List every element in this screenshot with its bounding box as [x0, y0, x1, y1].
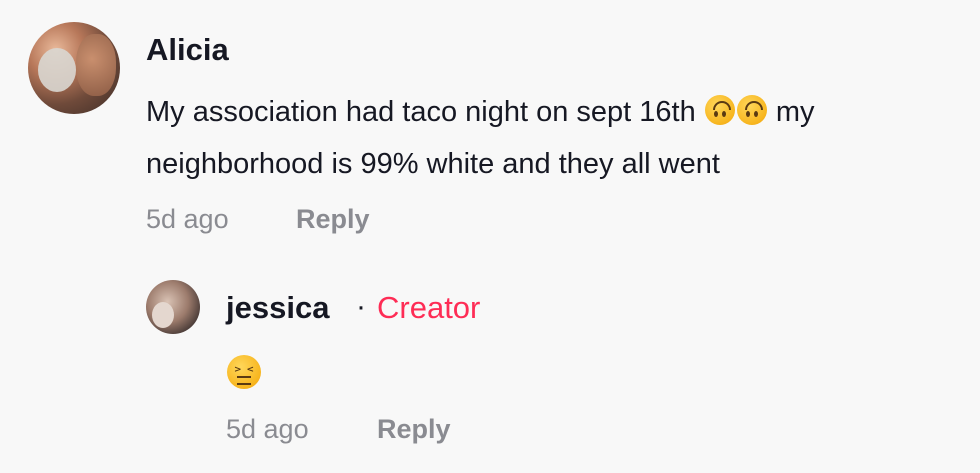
confounded-face-emoji-icon: > <: [227, 355, 261, 389]
upside-down-face-emoji-icon: [704, 95, 735, 125]
reply-username[interactable]: jessica: [226, 290, 329, 326]
reply-timestamp: 5d ago: [226, 414, 309, 444]
reply-avatar[interactable]: [146, 280, 200, 334]
reply-reply-button[interactable]: Reply: [377, 414, 451, 445]
comment-timestamp: 5d ago: [146, 204, 229, 234]
reply-button[interactable]: Reply: [296, 204, 370, 235]
comment-text-part-1: My association had taco night on sept 16…: [146, 96, 704, 128]
comment-body: My association had taco night on sept 16…: [146, 86, 956, 190]
upside-down-face-emoji-icon: [736, 95, 767, 125]
comment-username[interactable]: Alicia: [146, 32, 229, 68]
avatar[interactable]: [28, 22, 120, 114]
creator-badge: Creator: [377, 290, 481, 325]
comment-thread: Alicia My association had taco night on …: [0, 0, 980, 473]
separator-dot: ·: [356, 290, 366, 323]
